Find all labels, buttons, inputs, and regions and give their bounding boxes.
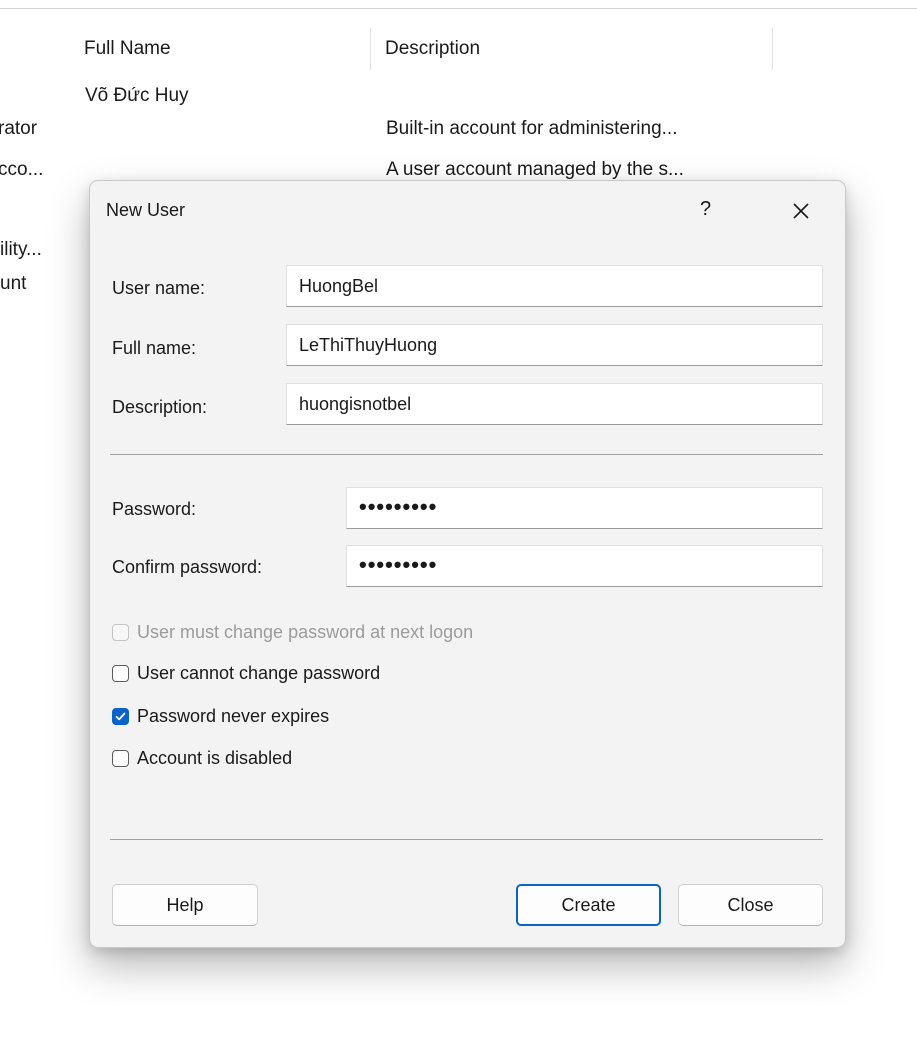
- checkbox-account-disabled[interactable]: [112, 749, 129, 767]
- help-button[interactable]: Help: [112, 884, 258, 926]
- section-divider-top: [110, 454, 823, 455]
- checkbox-cannot-change-password[interactable]: [112, 664, 129, 682]
- confirm-password-label: Confirm password:: [112, 557, 263, 577]
- close-button[interactable]: Close: [678, 884, 823, 926]
- list-row-5-name[interactable]: unt: [0, 270, 26, 298]
- list-row-3-name[interactable]: cco...: [0, 156, 43, 184]
- option-must-change-password: User must change password at next logon: [112, 619, 473, 645]
- full-name-label: Full name:: [112, 338, 197, 358]
- column-header-description[interactable]: Description: [371, 28, 773, 70]
- password-input[interactable]: •••••••••: [346, 487, 823, 529]
- dialog-title: New User: [106, 200, 186, 220]
- description-label: Description:: [112, 397, 208, 417]
- checkbox-password-never-expires[interactable]: [112, 707, 129, 725]
- option-label[interactable]: Password never expires: [137, 706, 329, 727]
- column-header-full-name[interactable]: Full Name: [70, 28, 371, 70]
- full-name-input[interactable]: LeThiThuyHuong: [286, 324, 823, 366]
- user-name-input[interactable]: HuongBel: [286, 265, 823, 307]
- check-icon: [115, 712, 126, 720]
- new-user-dialog: New User ? User name: HuongBel Full name…: [89, 180, 846, 948]
- option-cannot-change-password[interactable]: User cannot change password: [112, 660, 380, 686]
- checkbox-must-change-password: [112, 623, 129, 641]
- option-password-never-expires[interactable]: Password never expires: [112, 703, 329, 729]
- password-label: Password:: [112, 499, 197, 519]
- list-row-2-description[interactable]: Built-in account for administering...: [386, 115, 677, 143]
- section-divider-bottom: [110, 839, 823, 840]
- description-input[interactable]: huongisnotbel: [286, 383, 823, 425]
- option-label: User must change password at next logon: [137, 621, 474, 642]
- list-row-4-name[interactable]: ility...: [0, 236, 42, 264]
- top-divider: [0, 8, 917, 9]
- list-row-1-full-name[interactable]: Võ Đức Huy: [85, 82, 189, 110]
- user-name-label: User name:: [112, 278, 206, 298]
- option-label[interactable]: User cannot change password: [137, 663, 380, 684]
- help-question-icon[interactable]: ?: [700, 198, 711, 221]
- option-account-disabled[interactable]: Account is disabled: [112, 745, 292, 771]
- dialog-titlebar[interactable]: New User ?: [90, 181, 845, 243]
- confirm-password-input[interactable]: •••••••••: [346, 545, 823, 587]
- close-icon[interactable]: [784, 194, 818, 228]
- create-button[interactable]: Create: [516, 884, 661, 926]
- option-label[interactable]: Account is disabled: [137, 748, 292, 769]
- list-row-2-name[interactable]: rator: [0, 115, 37, 143]
